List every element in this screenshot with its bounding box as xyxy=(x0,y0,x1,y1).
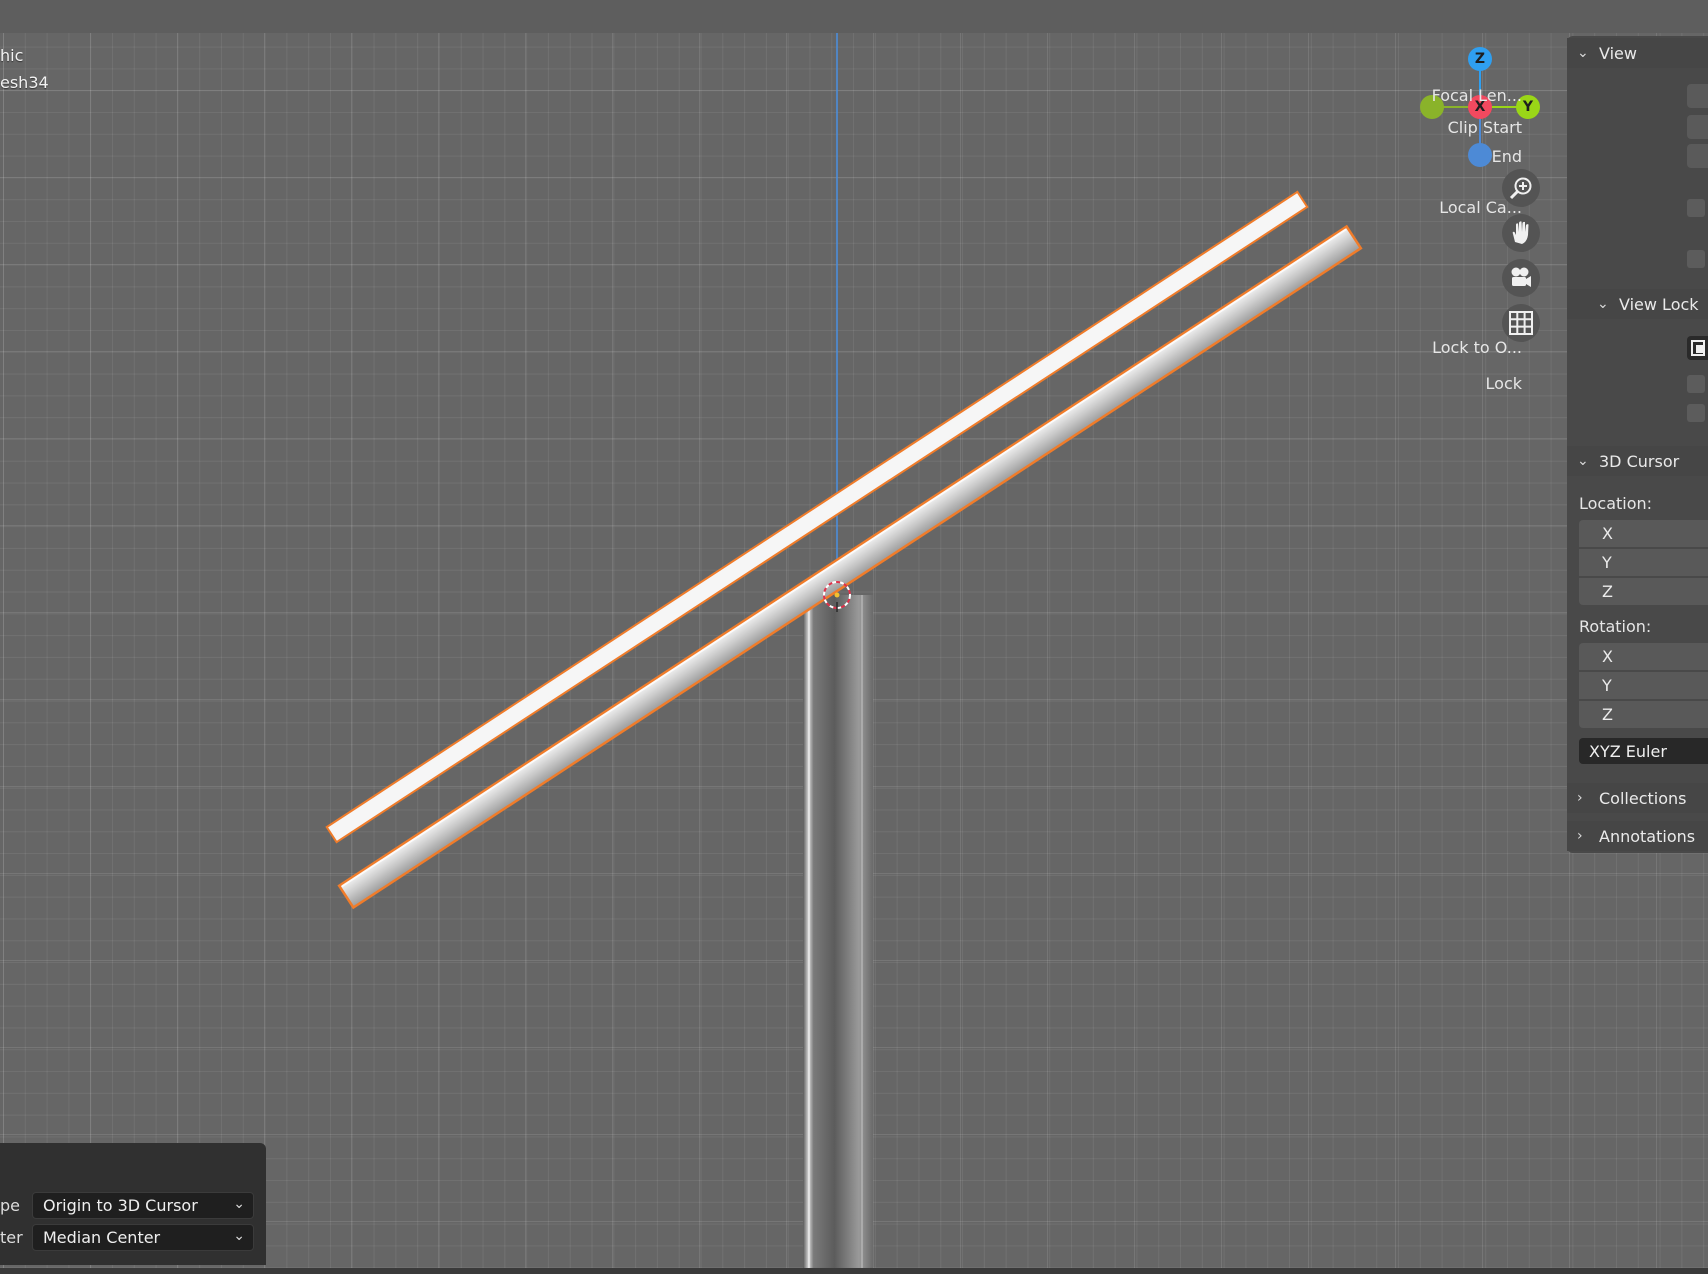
type-select-value: Origin to 3D Cursor xyxy=(43,1196,198,1215)
cursor-location-z[interactable]: Z xyxy=(1579,578,1708,605)
object-icon xyxy=(1691,340,1705,356)
lock-to-cursor-checkbox[interactable] xyxy=(1687,375,1705,393)
panel-title-annotations: Annotations xyxy=(1599,826,1696,846)
pan-button[interactable] xyxy=(1502,214,1540,252)
panel-header-view[interactable]: ⌄ View xyxy=(1567,38,1708,68)
center-select-value: Median Center xyxy=(43,1228,161,1247)
chevron-right-icon: › xyxy=(1577,828,1583,844)
gizmo-z-axis[interactable]: Z xyxy=(1468,47,1492,71)
cursor-rotation-z[interactable]: Z xyxy=(1579,701,1708,728)
status-bar xyxy=(0,1268,1708,1274)
panel-header-collections[interactable]: › Collections xyxy=(1567,783,1708,813)
panel-title-view: View xyxy=(1599,43,1637,63)
lock-to-object-label: Lock to O... xyxy=(1432,338,1522,357)
panel-header-view-lock[interactable]: ⌄ View Lock xyxy=(1567,289,1708,319)
cursor-location-x[interactable]: X xyxy=(1579,520,1708,547)
cursor-rotation-y[interactable]: Y xyxy=(1579,672,1708,699)
center-select[interactable]: Median Center ⌄ xyxy=(32,1224,254,1251)
axis-label-z: Z xyxy=(1602,705,1613,724)
clip-end-field[interactable] xyxy=(1687,144,1708,168)
panel-title-collections: Collections xyxy=(1599,788,1687,808)
chevron-right-icon: › xyxy=(1577,790,1583,806)
pole-object[interactable] xyxy=(803,595,873,1268)
axis-label-y: Y xyxy=(1602,676,1612,695)
chevron-down-icon: ⌄ xyxy=(233,1228,245,1244)
ortho-toggle-button[interactable] xyxy=(1502,304,1540,342)
chevron-down-icon: ⌄ xyxy=(233,1196,245,1212)
chevron-down-icon: ⌄ xyxy=(1597,296,1609,312)
axis-label-z: Z xyxy=(1602,582,1613,601)
local-camera-label: Local Ca... xyxy=(1439,198,1522,217)
gizmo-neg-z-axis[interactable] xyxy=(1468,143,1492,167)
focal-length-label: Focal Len... xyxy=(1431,86,1522,105)
cursor-location-label: Location: xyxy=(1579,494,1653,513)
type-label: pe xyxy=(0,1196,20,1215)
pan-hand-icon xyxy=(1512,221,1529,244)
rotation-mode-select[interactable]: XYZ Euler xyxy=(1579,738,1708,764)
panel-title-3d-cursor: 3D Cursor xyxy=(1599,451,1680,471)
axis-label-x: X xyxy=(1602,647,1613,666)
axis-label-y: Y xyxy=(1602,553,1612,572)
cursor-location-y[interactable]: Y xyxy=(1579,549,1708,576)
axis-label-x: X xyxy=(1602,524,1613,543)
chevron-down-icon: ⌄ xyxy=(1577,45,1589,61)
cursor-rotation-x[interactable]: X xyxy=(1579,643,1708,670)
focal-length-field[interactable] xyxy=(1687,84,1708,108)
panel-title-view-lock: View Lock xyxy=(1619,294,1699,314)
local-camera-checkbox[interactable] xyxy=(1687,199,1705,217)
chevron-down-icon: ⌄ xyxy=(1577,453,1589,469)
camera-view-button[interactable] xyxy=(1502,259,1540,297)
panel-header-3d-cursor[interactable]: ⌄ 3D Cursor xyxy=(1567,446,1708,476)
panel-header-annotations[interactable]: › Annotations xyxy=(1567,821,1708,851)
grid-icon xyxy=(1509,311,1533,335)
center-label: ter xyxy=(0,1228,23,1247)
clip-start-label: Clip Start xyxy=(1447,118,1522,137)
lock-to-object-field[interactable] xyxy=(1687,336,1708,360)
lock-camera-checkbox[interactable] xyxy=(1687,404,1705,422)
lock-label: Lock xyxy=(1485,374,1522,393)
clip-start-field[interactable] xyxy=(1687,115,1708,139)
scene-objects[interactable] xyxy=(0,0,1708,1274)
type-select[interactable]: Origin to 3D Cursor ⌄ xyxy=(32,1192,254,1219)
cursor-rotation-label: Rotation: xyxy=(1579,617,1652,636)
camera-icon xyxy=(1511,267,1531,287)
render-region-checkbox[interactable] xyxy=(1687,250,1705,268)
clip-end-label: End xyxy=(1491,147,1522,166)
